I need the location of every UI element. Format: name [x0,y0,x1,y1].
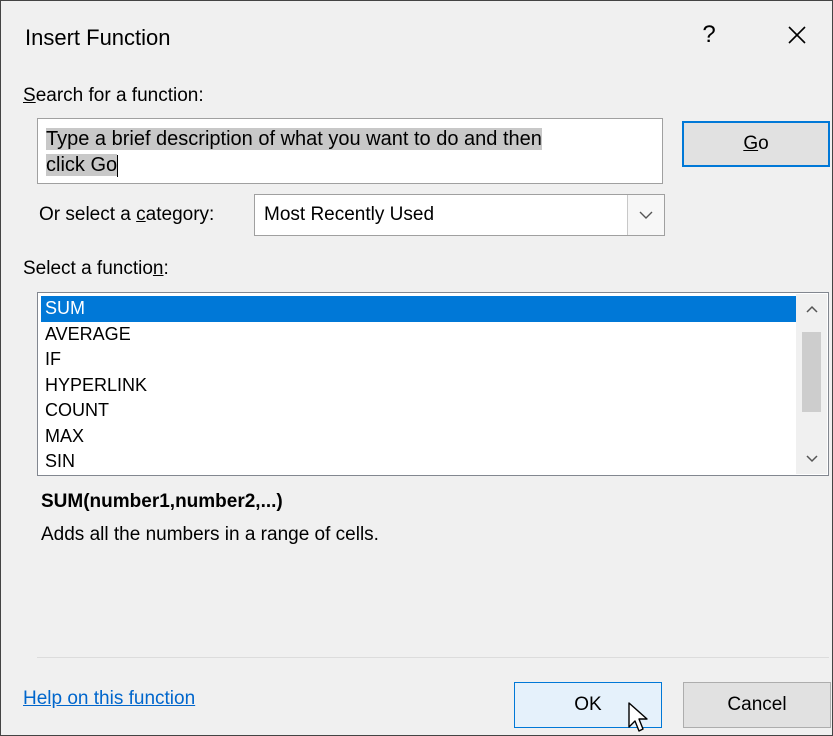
function-signature: SUM(number1,number2,...) [41,491,283,512]
scrollbar-thumb[interactable] [802,332,821,412]
dialog-title: Insert Function [25,25,171,50]
function-list-item-sum[interactable]: SUM [41,296,796,322]
help-on-function-link[interactable]: Help on this function [23,688,195,710]
function-list-item-max[interactable]: MAX [41,424,796,450]
search-label: Search for a function: [23,85,204,106]
text-caret [117,154,119,177]
function-list-label: Select a function: [23,258,169,279]
cancel-button[interactable]: Cancel [683,682,831,728]
category-selected-value: Most Recently Used [264,204,435,225]
category-select[interactable]: Most Recently Used [254,194,665,236]
search-input[interactable]: Type a brief description of what you wan… [37,118,663,184]
scroll-down-button[interactable] [796,444,827,474]
close-icon [788,26,806,44]
function-description: Adds all the numbers in a range of cells… [41,524,379,545]
category-label: Or select a category: [39,204,215,225]
function-list-item-if[interactable]: IF [41,347,796,373]
function-list[interactable]: SUM AVERAGE IF HYPERLINK COUNT MAX SIN [37,292,829,476]
chevron-up-icon [805,305,818,313]
scroll-up-button[interactable] [796,294,827,324]
insert-function-dialog: Insert Function ? Search for a function:… [0,0,833,736]
go-button[interactable]: Go [682,121,830,167]
function-list-item-average[interactable]: AVERAGE [41,322,796,348]
function-list-item-sin[interactable]: SIN [41,449,796,475]
function-list-scrollbar[interactable] [796,294,827,474]
help-button[interactable]: ? [689,15,729,55]
chevron-down-icon [639,211,653,219]
function-list-item-count[interactable]: COUNT [41,398,796,424]
search-input-text-line2: click Go [46,154,118,176]
close-button[interactable] [775,15,819,55]
footer-divider [37,657,829,658]
category-dropdown-button[interactable] [627,195,664,235]
search-input-text-line1: Type a brief description of what you wan… [46,128,542,150]
mouse-pointer-icon [628,702,648,732]
chevron-down-icon [805,455,818,463]
question-icon: ? [702,21,716,48]
function-list-item-hyperlink[interactable]: HYPERLINK [41,373,796,399]
